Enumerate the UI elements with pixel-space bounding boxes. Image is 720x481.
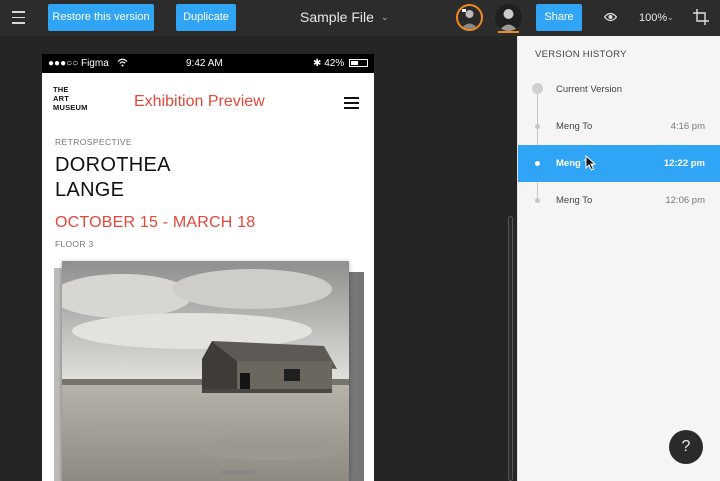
version-item-selected[interactable]: Meng To 12:22 pm [518, 145, 720, 182]
version-author: Meng To [556, 195, 593, 206]
zoom-level[interactable]: 100% [639, 12, 667, 24]
section-kicker: RETROSPECTIVE [55, 137, 132, 147]
version-item-current[interactable]: Current Version [518, 71, 720, 108]
museum-logo[interactable]: THE ART MUSEUM [53, 85, 88, 112]
carrier-label: ●●●○○ Figma [48, 58, 109, 69]
active-user-indicator [498, 31, 519, 33]
exhibition-dates: OCTOBER 15 - MARCH 18 [55, 214, 256, 231]
carousel-next-image[interactable] [349, 272, 364, 481]
wifi-icon [117, 58, 128, 67]
panel-title: VERSION HISTORY [535, 49, 627, 60]
avatar[interactable] [456, 4, 483, 31]
timeline-dot [535, 161, 540, 166]
logo-line: ART [53, 94, 70, 103]
artist-last-name: LANGE [55, 179, 125, 201]
avatar[interactable] [495, 4, 522, 31]
user-photo-icon [495, 4, 522, 31]
mouse-cursor-icon [585, 155, 596, 171]
top-toolbar: Restore this version Duplicate Sample Fi… [0, 0, 720, 36]
exhibition-photo[interactable] [62, 261, 349, 481]
version-time: 12:22 pm [663, 158, 705, 169]
restore-version-button[interactable]: Restore this version [48, 4, 154, 31]
menu-icon[interactable] [12, 11, 25, 24]
duplicate-button[interactable]: Duplicate [176, 4, 236, 31]
timeline-dot [535, 124, 540, 129]
chevron-down-icon[interactable]: ⌄ [381, 12, 389, 23]
status-bar: ●●●○○ Figma 9:42 AM ✱ 42% [42, 54, 374, 73]
version-author: Meng To [556, 121, 593, 132]
artist-first-name: DOROTHEA [55, 154, 171, 176]
version-time: 12:06 pm [665, 195, 705, 206]
file-title[interactable]: Sample File [300, 9, 374, 25]
battery-icon [349, 59, 368, 67]
logo-line: MUSEUM [53, 103, 88, 112]
phone-frame: ●●●○○ Figma 9:42 AM ✱ 42% THE ART MUSEUM… [42, 54, 374, 481]
chevron-down-icon[interactable]: ⌄ [667, 13, 674, 22]
logo-line: THE [53, 85, 69, 94]
version-item[interactable]: Meng To 4:16 pm [518, 108, 720, 145]
status-time: 9:42 AM [186, 58, 223, 69]
canvas-scrollbar[interactable] [508, 216, 513, 481]
timeline-dot [535, 198, 540, 203]
bluetooth-icon: ✱ [313, 58, 322, 69]
version-item[interactable]: Meng To 12:06 pm [518, 182, 720, 219]
version-history-panel: VERSION HISTORY Current Version Meng To … [517, 36, 720, 481]
user-photo-icon [461, 9, 478, 29]
crop-icon[interactable] [693, 9, 709, 25]
version-name: Current Version [556, 84, 623, 95]
share-button[interactable]: Share [536, 4, 582, 31]
floor-label: FLOOR 3 [55, 239, 94, 249]
carousel-indicator [220, 470, 255, 474]
timeline-dot [532, 83, 543, 94]
hamburger-menu-icon[interactable] [344, 97, 359, 112]
artist-name: DOROTHEA LANGE [55, 153, 235, 203]
eye-icon[interactable] [604, 12, 617, 22]
battery-status: ✱ 42% [313, 58, 368, 69]
help-button[interactable]: ? [669, 430, 703, 464]
version-time: 4:16 pm [670, 121, 705, 132]
battery-percent: 42% [324, 58, 345, 69]
app-title: Exhibition Preview [134, 93, 265, 110]
